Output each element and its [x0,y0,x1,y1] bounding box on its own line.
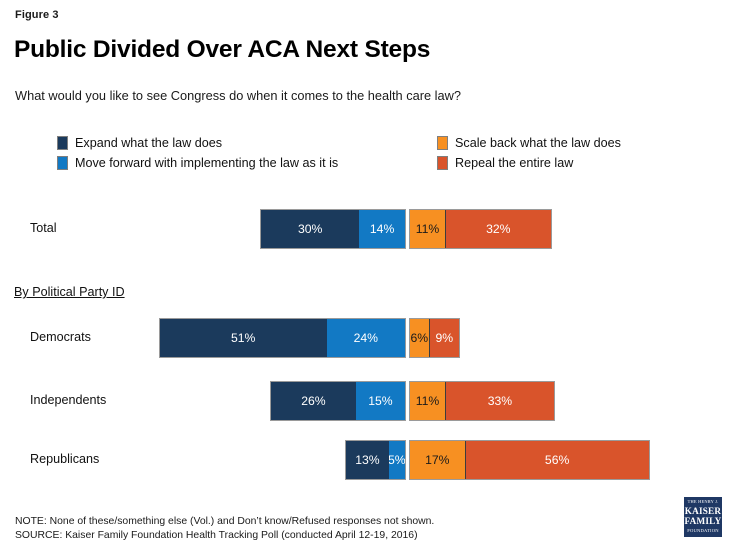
bar-value-label: 24% [353,331,378,345]
bar-value-label: 13% [355,453,380,467]
bar-segment-scale-back-what-the-law-does-independents: 11% [410,382,446,420]
figure-page: Figure 3 Public Divided Over ACA Next St… [0,0,735,551]
footer-source: SOURCE: Kaiser Family Foundation Health … [15,529,418,541]
kff-logo: THE HENRY J. KAISER FAMILY FOUNDATION [683,496,723,538]
bar-value-label: 15% [368,394,393,408]
bar-group-oppose-total: 11% 32% [409,209,552,249]
bar-group-support-total: 30% 14% [260,209,406,249]
chart-plot-area: By Political Party ID Total 30% 14% 11% 32% D… [0,0,735,551]
bar-segment-repeal-the-entire-law-republicans: 56% [465,441,649,479]
bar-group-support-democrats: 51% 24% [158,318,406,358]
logo-line-family: FAMILY [684,515,722,526]
bar-value-label: 5% [388,453,405,467]
bar-value-label: 56% [544,453,570,467]
bar-segment-repeal-the-entire-law-democrats: 9% [429,319,460,357]
bar-segment-move-forward-with-implementing-the-law-as-it-is-independents: 15% [355,382,405,420]
bar-value-label: 30% [297,222,323,236]
row-label-independents: Independents [30,393,107,407]
chart-row-democrats: Democrats 51% 24% 6% 9% [0,318,735,358]
chart-row-total: Total 30% 14% 11% 32% [0,209,735,249]
bar-value-label: 6% [410,331,429,345]
footer-note: NOTE: None of these/something else (Vol.… [15,516,435,527]
bar-segment-move-forward-with-implementing-the-law-as-it-is-democrats: 24% [326,319,405,357]
bar-value-label: 17% [425,453,450,467]
bar-segment-expand-what-the-law-does-independents: 26% [270,382,356,420]
bar-segment-scale-back-what-the-law-does-total: 11% [410,210,446,248]
bar-group-oppose-independents: 11% 33% [409,381,555,421]
bar-segment-expand-what-the-law-does-republicans: 13% [346,441,389,479]
bar-value-label: 26% [301,394,326,408]
bar-value-label: 9% [435,331,454,345]
row-label-democrats: Democrats [30,330,91,344]
bar-segment-repeal-the-entire-law-total: 32% [445,210,551,248]
bar-group-support-independents: 26% 15% [269,381,406,421]
chart-row-republicans: Republicans 13% 5% 17% 56% [0,440,735,480]
row-label-republicans: Republicans [30,452,100,466]
bar-value-label: 51% [230,331,256,345]
bar-value-label: 11% [415,394,440,408]
bar-segment-expand-what-the-law-does-total: 30% [261,210,360,248]
logo-line-kaiser: KAISER [684,505,722,516]
bar-segment-repeal-the-entire-law-independents: 33% [445,382,554,420]
logo-line-foundation: FOUNDATION [687,528,719,534]
bar-value-label: 14% [369,222,395,236]
bar-segment-scale-back-what-the-law-does-democrats: 6% [410,319,430,357]
bar-group-oppose-republicans: 17% 56% [409,440,650,480]
bar-group-support-republicans: 13% 5% [345,440,406,480]
footer-notes: NOTE: None of these/something else (Vol.… [15,515,434,542]
row-label-total: Total [30,221,57,235]
logo-line-henry: THE HENRY J. [687,499,719,505]
bar-group-oppose-democrats: 6% 9% [409,318,461,358]
bar-value-label: 33% [487,394,513,408]
bar-segment-scale-back-what-the-law-does-republicans: 17% [410,441,466,479]
bar-segment-expand-what-the-law-does-democrats: 51% [159,319,327,357]
bar-value-label: 32% [486,222,511,236]
bar-segment-move-forward-with-implementing-the-law-as-it-is-republicans: 5% [388,441,405,479]
bar-segment-move-forward-with-implementing-the-law-as-it-is-total: 14% [359,210,405,248]
group-header-political-party: By Political Party ID [14,285,125,299]
bar-value-label: 11% [415,222,440,236]
chart-row-independents: Independents 26% 15% 11% 33% [0,381,735,421]
